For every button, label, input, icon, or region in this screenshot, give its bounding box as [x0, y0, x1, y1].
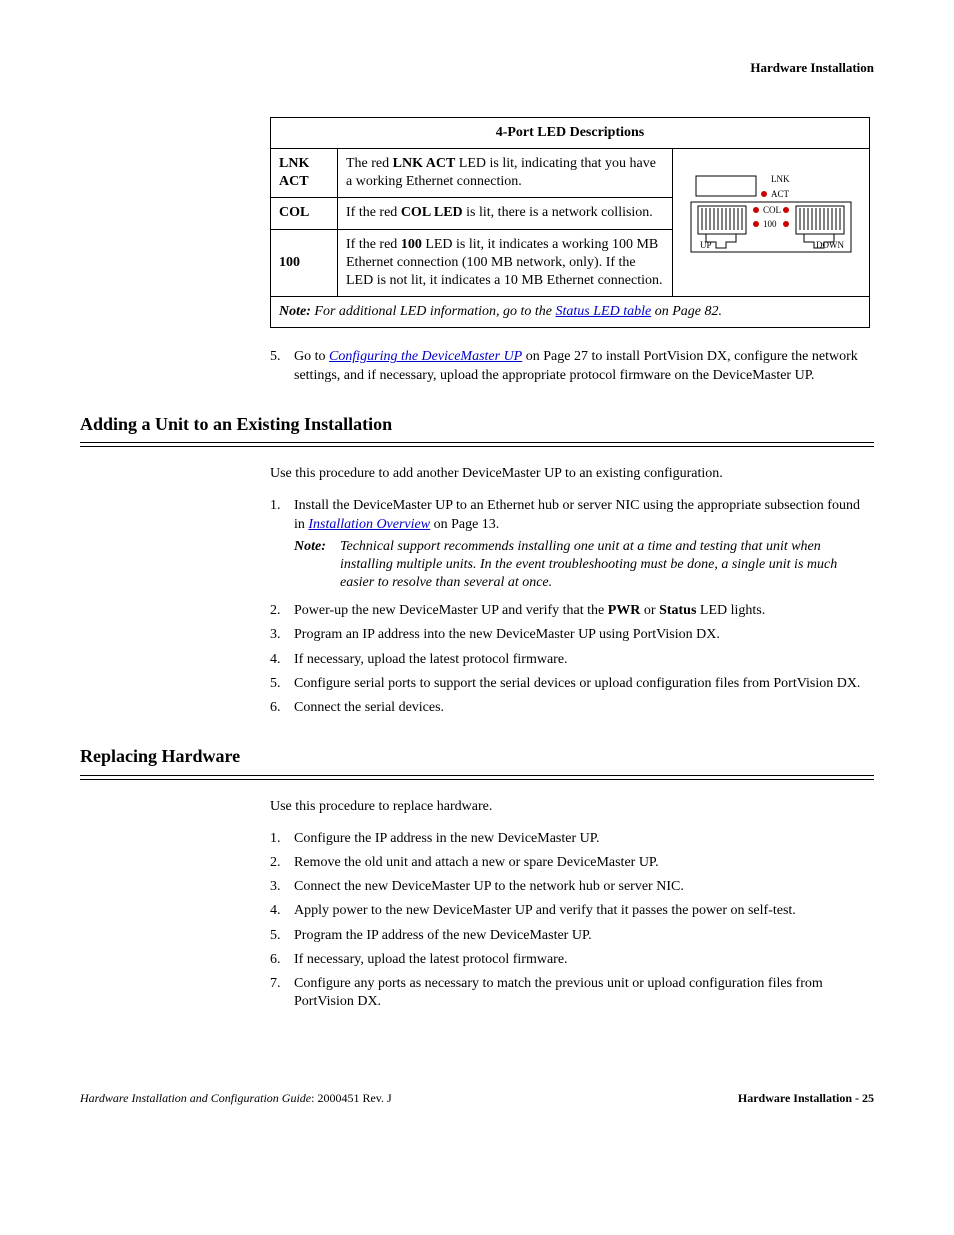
continuation-step-list: 5. Go to Configuring the DeviceMaster UP…	[270, 348, 874, 384]
replacing-steps-list: 1.Configure the IP address in the new De…	[270, 830, 874, 1012]
list-item: 6.If necessary, upload the latest protoc…	[270, 951, 874, 969]
list-item: 6.Connect the serial devices.	[270, 699, 874, 717]
svg-text:UP: UP	[700, 240, 712, 250]
section-rule	[80, 442, 874, 447]
section-intro: Use this procedure to add another Device…	[270, 465, 874, 483]
row-desc: If the red COL LED is lit, there is a ne…	[338, 198, 673, 229]
svg-text:100: 100	[763, 219, 777, 229]
footer-left: Hardware Installation and Configuration …	[80, 1091, 392, 1107]
svg-text:DOWN: DOWN	[816, 240, 844, 250]
led-descriptions-table: 4-Port LED Descriptions LNK ACT The red …	[270, 117, 870, 329]
svg-text:LNK: LNK	[771, 174, 790, 184]
list-item: 1.Configure the IP address in the new De…	[270, 830, 874, 848]
list-item: 5.Configure serial ports to support the …	[270, 675, 874, 693]
section-intro: Use this procedure to replace hardware.	[270, 798, 874, 816]
list-item: 5.Program the IP address of the new Devi…	[270, 927, 874, 945]
list-item: 4.Apply power to the new DeviceMaster UP…	[270, 902, 874, 920]
row-desc: If the red 100 LED is lit, it indicates …	[338, 229, 673, 297]
footer-right: Hardware Installation - 25	[738, 1091, 874, 1107]
row-label: COL	[271, 198, 338, 229]
list-item: 3.Program an IP address into the new Dev…	[270, 626, 874, 644]
list-item: 2.Remove the old unit and attach a new o…	[270, 854, 874, 872]
row-desc: The red LNK ACT LED is lit, indicating t…	[338, 149, 673, 198]
row-label: 100	[271, 229, 338, 297]
svg-text:COL: COL	[763, 205, 781, 215]
installation-overview-link[interactable]: Installation Overview	[308, 517, 430, 532]
table-row: LNK ACT The red LNK ACT LED is lit, indi…	[271, 149, 870, 198]
list-item: 1. Install the DeviceMaster UP to an Eth…	[270, 497, 874, 596]
list-item: 3.Connect the new DeviceMaster UP to the…	[270, 878, 874, 896]
list-item: 4.If necessary, upload the latest protoc…	[270, 651, 874, 669]
list-item: 5. Go to Configuring the DeviceMaster UP…	[270, 348, 874, 384]
page-footer: Hardware Installation and Configuration …	[80, 1091, 874, 1107]
section-heading-adding: Adding a Unit to an Existing Installatio…	[80, 413, 874, 436]
note-label: Note:	[279, 304, 311, 319]
list-item: 7.Configure any ports as necessary to ma…	[270, 975, 874, 1011]
section-rule	[80, 775, 874, 780]
status-led-table-link[interactable]: Status LED table	[556, 304, 652, 319]
table-title: 4-Port LED Descriptions	[271, 117, 870, 148]
list-item: 2. Power-up the new DeviceMaster UP and …	[270, 602, 874, 620]
inline-note: Note: Technical support recommends insta…	[294, 538, 874, 593]
led-diagram: LNK ACT COL 100 UP DOWN	[673, 149, 870, 297]
page-header: Hardware Installation	[80, 60, 874, 77]
configuring-devicemaster-link[interactable]: Configuring the DeviceMaster UP	[329, 349, 522, 364]
section-heading-replacing: Replacing Hardware	[80, 745, 874, 768]
svg-text:ACT: ACT	[771, 189, 790, 199]
table-note-row: Note: For additional LED information, go…	[271, 297, 870, 328]
adding-steps-list: 1. Install the DeviceMaster UP to an Eth…	[270, 497, 874, 717]
row-label: LNK ACT	[271, 149, 338, 198]
